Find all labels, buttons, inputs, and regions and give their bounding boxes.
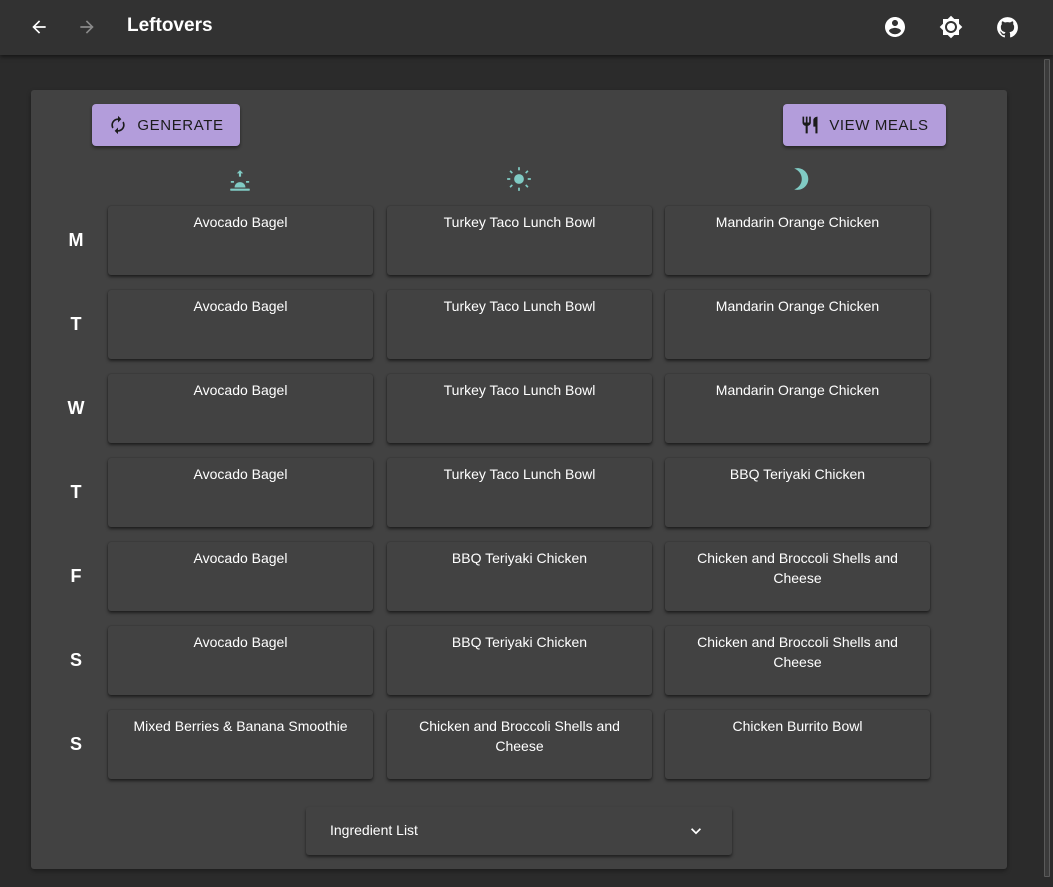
meal-card-breakfast[interactable]: Avocado Bagel	[108, 290, 373, 359]
brightness-icon	[939, 15, 963, 39]
meal-card-dinner[interactable]: Chicken Burrito Bowl	[665, 710, 930, 779]
day-label: M	[68, 230, 84, 250]
meal-card-breakfast[interactable]: Avocado Bagel	[108, 626, 373, 695]
moon-icon	[794, 168, 809, 190]
sun-icon	[507, 167, 531, 191]
meal-card-dinner[interactable]: Chicken and Broccoli Shells and Cheese	[665, 626, 930, 695]
day-label: T	[70, 482, 82, 502]
app-bar: Leftovers	[0, 0, 1053, 55]
ingredient-list-accordion[interactable]: Ingredient List	[306, 807, 732, 855]
page-scrollbar[interactable]	[1043, 57, 1051, 887]
github-button[interactable]	[994, 14, 1020, 40]
meal-card-dinner[interactable]: Mandarin Orange Chicken	[665, 290, 930, 359]
day-label: S	[69, 650, 82, 670]
arrow-right-icon	[80, 20, 94, 34]
ingredient-list-label: Ingredient List	[330, 822, 418, 838]
meal-card-dinner[interactable]: Mandarin Orange Chicken	[665, 206, 930, 275]
day-label: S	[69, 734, 82, 754]
meal-card-lunch[interactable]: Turkey Taco Lunch Bowl	[387, 374, 652, 443]
day-label: W	[67, 398, 85, 418]
meal-card-lunch[interactable]: BBQ Teriyaki Chicken	[387, 542, 652, 611]
meal-card-breakfast[interactable]: Avocado Bagel	[108, 542, 373, 611]
view-meals-button-label: VIEW MEALS	[829, 116, 929, 134]
account-button[interactable]	[882, 14, 908, 40]
day-label: F	[70, 566, 82, 586]
meal-card-breakfast[interactable]: Avocado Bagel	[108, 206, 373, 275]
meal-card-lunch[interactable]: BBQ Teriyaki Chicken	[387, 626, 652, 695]
account-circle-icon	[885, 17, 905, 37]
day-label: T	[70, 314, 82, 334]
refresh-icon	[111, 115, 126, 135]
sunrise-icon	[230, 170, 250, 191]
utensils-icon	[802, 116, 818, 134]
meal-card-dinner[interactable]: Chicken and Broccoli Shells and Cheese	[665, 542, 930, 611]
meal-card-dinner[interactable]: Mandarin Orange Chicken	[665, 374, 930, 443]
theme-toggle-button[interactable]	[938, 14, 964, 40]
meal-card-lunch[interactable]: Turkey Taco Lunch Bowl	[387, 206, 652, 275]
generate-button[interactable]: GENERATE	[92, 104, 240, 146]
generate-button-label: GENERATE	[137, 116, 224, 134]
view-meals-button[interactable]: VIEW MEALS	[783, 104, 946, 146]
chevron-down-icon	[691, 828, 701, 835]
meal-card-lunch[interactable]: Turkey Taco Lunch Bowl	[387, 458, 652, 527]
forward-button[interactable]	[74, 14, 100, 40]
meal-card-lunch[interactable]: Turkey Taco Lunch Bowl	[387, 290, 652, 359]
scrollbar-thumb[interactable]	[1044, 59, 1050, 877]
meal-card-breakfast[interactable]: Avocado Bagel	[108, 458, 373, 527]
meal-card-lunch[interactable]: Chicken and Broccoli Shells and Cheese	[387, 710, 652, 779]
app-title: Leftovers	[127, 15, 213, 36]
arrow-left-icon	[32, 20, 46, 34]
back-button[interactable]	[26, 14, 52, 40]
meal-card-breakfast[interactable]: Mixed Berries & Banana Smoothie	[108, 710, 373, 779]
github-icon	[996, 16, 1018, 37]
meal-card-dinner[interactable]: BBQ Teriyaki Chicken	[665, 458, 930, 527]
meal-card-breakfast[interactable]: Avocado Bagel	[108, 374, 373, 443]
